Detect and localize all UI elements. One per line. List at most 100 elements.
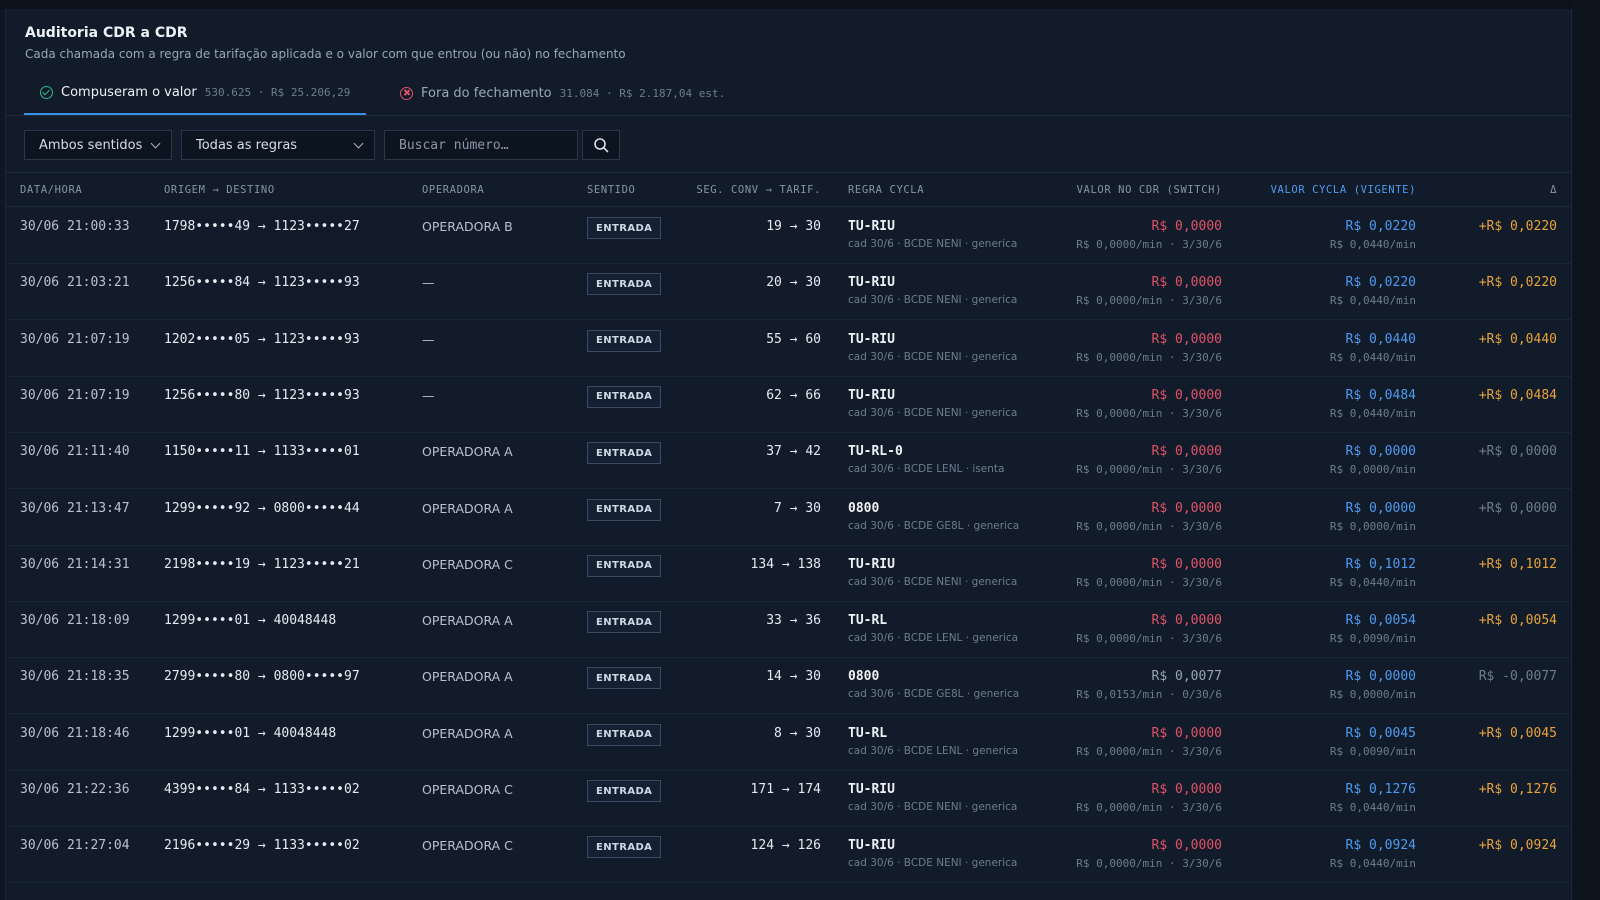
search-input[interactable] <box>384 130 578 160</box>
cell-cycla-detail: R$ 0,0000/min <box>1329 688 1416 702</box>
table-row[interactable]: 30/06 21:22:36 4399•••••84 → 1133•••••02 O… <box>6 770 1571 827</box>
direction-badge: ENTRADA <box>587 273 662 296</box>
cell-cycla-detail: R$ 0,0440/min <box>1329 801 1416 814</box>
cell-rule-detail: cad 30/6 · BCDE LENL · generica <box>848 632 1019 645</box>
table-row[interactable]: 30/06 21:07:19 1256•••••80 → 1123•••••93 —… <box>6 376 1571 433</box>
cell-cdr-detail: R$ 0,0000/min · 3/30/6 <box>1076 406 1222 420</box>
cell-delta: +R$ 0,0220 <box>1478 219 1557 234</box>
cell-rule: TU-RL <box>848 725 888 741</box>
cell-rule: 0800 <box>848 500 880 516</box>
col-seconds[interactable]: SEG. CONV → TARIF. <box>696 184 821 196</box>
cell-route: 1299•••••92 → 0800•••••44 <box>164 500 360 516</box>
table-row[interactable]: 30/06 21:27:04 2196•••••29 → 1133•••••02 O… <box>6 826 1571 884</box>
cell-delta: R$ -0,0077 <box>1478 669 1557 685</box>
scroll-gutter[interactable] <box>1571 0 1600 900</box>
cell-cycla-value: R$ 0,0045 <box>1345 725 1416 741</box>
table-row[interactable]: 30/06 21:00:33 1798•••••49 → 1123•••••27 O… <box>6 207 1571 264</box>
cell-operator: — <box>422 331 435 347</box>
cell-seconds: 62 → 66 <box>766 387 821 403</box>
cell-rule: TU-RIU <box>848 556 895 572</box>
cell-operator: OPERADORA C <box>422 556 513 572</box>
cell-cdr-value: R$ 0,0000 <box>1151 556 1222 572</box>
cell-cdr-value: R$ 0,0000 <box>1151 387 1222 403</box>
direction-badge: ENTRADA <box>587 442 662 465</box>
cdr-audit-panel: Auditoria CDR a CDR Cada chamada com a r… <box>5 9 1572 900</box>
cell-route: 2799•••••80 → 0800•••••97 <box>164 669 360 685</box>
cell-cycla-detail: R$ 0,0440/min <box>1329 238 1416 251</box>
cell-route: 1150•••••11 → 1133•••••01 <box>164 444 360 460</box>
cell-seconds: 171 → 174 <box>750 782 821 797</box>
cell-cdr-detail: R$ 0,0000/min · 3/30/6 <box>1076 575 1222 589</box>
cell-cdr-detail: R$ 0,0000/min · 3/30/6 <box>1076 801 1222 814</box>
cell-cdr-value: R$ 0,0000 <box>1151 782 1222 797</box>
cell-cdr-value: R$ 0,0000 <box>1151 838 1222 854</box>
cell-cycla-value: R$ 0,0220 <box>1345 275 1416 291</box>
cell-datetime: 30/06 21:22:36 <box>20 782 130 797</box>
cell-cdr-value: R$ 0,0000 <box>1151 500 1222 516</box>
cell-operator: — <box>422 387 435 403</box>
cell-cdr-value: R$ 0,0000 <box>1151 725 1222 741</box>
col-cycla-value[interactable]: VALOR CYCLA (VIGENTE) <box>1271 184 1416 196</box>
cell-route: 1256•••••84 → 1123•••••93 <box>164 275 360 291</box>
cell-cdr-detail: R$ 0,0000/min · 3/30/6 <box>1076 632 1222 646</box>
col-delta[interactable]: Δ <box>1550 184 1557 196</box>
cell-rule-detail: cad 30/6 · BCDE GE8L · generica <box>848 519 1020 532</box>
cell-operator: — <box>422 275 435 291</box>
cell-cycla-detail: R$ 0,0000/min <box>1329 463 1416 477</box>
cell-cycla-detail: R$ 0,0440/min <box>1329 406 1416 420</box>
cell-rule-detail: cad 30/6 · BCDE LENL · isenta <box>848 463 1005 476</box>
direction-badge: ENTRADA <box>587 385 662 408</box>
direction-badge: ENTRADA <box>587 498 662 521</box>
direction-badge: ENTRADA <box>587 667 662 690</box>
cell-cdr-value: R$ 0,0000 <box>1151 331 1222 347</box>
col-route[interactable]: ORIGEM → DESTINO <box>164 184 275 196</box>
cell-seconds: 7 → 30 <box>774 500 821 516</box>
cell-cycla-detail: R$ 0,0440/min <box>1329 350 1416 364</box>
cell-cycla-value: R$ 0,1012 <box>1345 556 1416 572</box>
cell-cycla-value: R$ 0,0924 <box>1345 838 1416 854</box>
rules-select[interactable]: Todas as regras <box>181 130 375 160</box>
cell-delta: +R$ 0,0054 <box>1478 613 1557 629</box>
direction-select[interactable]: Ambos sentidos <box>24 130 172 160</box>
cell-delta: +R$ 0,0000 <box>1478 444 1557 460</box>
table-row[interactable]: 30/06 21:18:46 1299•••••01 → 40048448 OPER… <box>6 714 1571 771</box>
table-row[interactable]: 30/06 21:18:09 1299•••••01 → 40048448 OPER… <box>6 601 1571 659</box>
cell-route: 2196•••••29 → 1133•••••02 <box>164 838 360 854</box>
check-circle-icon <box>40 85 53 99</box>
cell-datetime: 30/06 21:27:04 <box>20 838 130 854</box>
table-row[interactable]: 30/06 21:11:40 1150•••••11 → 1133•••••01 O… <box>6 432 1571 490</box>
cell-route: 1798•••••49 → 1123•••••27 <box>164 219 360 234</box>
cell-datetime: 30/06 21:14:31 <box>20 556 130 572</box>
col-operator[interactable]: OPERADORA <box>422 184 484 196</box>
direction-select-value: Ambos sentidos <box>39 137 143 153</box>
chevron-down-icon <box>353 138 364 148</box>
cell-cdr-detail: R$ 0,0153/min · 0/30/6 <box>1076 688 1222 702</box>
table-row[interactable]: 30/06 21:03:21 1256•••••84 → 1123•••••93 —… <box>6 263 1571 321</box>
col-cdr-value[interactable]: VALOR NO CDR (SWITCH) <box>1077 184 1222 196</box>
cell-rule-detail: cad 30/6 · BCDE NENI · generica <box>848 238 1018 250</box>
cell-rule: TU-RIU <box>848 387 895 403</box>
cell-seconds: 33 → 36 <box>766 613 821 629</box>
table-row[interactable]: 30/06 21:14:31 2198•••••19 → 1123•••••21 O… <box>6 545 1571 602</box>
page-subtitle: Cada chamada com a regra de tarifação ap… <box>25 47 626 61</box>
search-button[interactable] <box>582 130 620 160</box>
tab-bar: Compuseram o valor 530.625 · R$ 25.206,2… <box>6 71 1571 116</box>
table-row[interactable]: 30/06 21:07:19 1202•••••05 → 1123•••••93 —… <box>6 320 1571 377</box>
cell-cdr-detail: R$ 0,0000/min · 3/30/6 <box>1076 463 1222 477</box>
cell-cdr-detail: R$ 0,0000/min · 3/30/6 <box>1076 519 1222 533</box>
cell-cycla-detail: R$ 0,0090/min <box>1329 632 1416 646</box>
table-row[interactable]: 30/06 21:18:35 2799•••••80 → 0800•••••97 O… <box>6 657 1571 715</box>
cell-datetime: 30/06 21:11:40 <box>20 444 130 460</box>
cell-rule-detail: cad 30/6 · BCDE NENI · generica <box>848 350 1018 363</box>
cell-seconds: 8 → 30 <box>774 725 821 741</box>
page-title: Auditoria CDR a CDR <box>25 25 188 41</box>
tab-fora-fechamento[interactable]: Fora do fechamento 31.084 · R$ 2.187,04 … <box>384 71 741 115</box>
col-direction[interactable]: SENTIDO <box>587 184 635 196</box>
cell-seconds: 19 → 30 <box>766 219 821 234</box>
col-datetime[interactable]: DATA/HORA <box>20 184 82 196</box>
table-row[interactable]: 30/06 21:13:47 1299•••••92 → 0800•••••44 O… <box>6 489 1571 546</box>
tab-compuseram[interactable]: Compuseram o valor 530.625 · R$ 25.206,2… <box>24 71 367 115</box>
col-rule[interactable]: REGRA CYCLA <box>848 184 924 196</box>
cell-rule-detail: cad 30/6 · BCDE NENI · generica <box>848 294 1018 307</box>
cell-delta: +R$ 0,0045 <box>1478 725 1557 741</box>
